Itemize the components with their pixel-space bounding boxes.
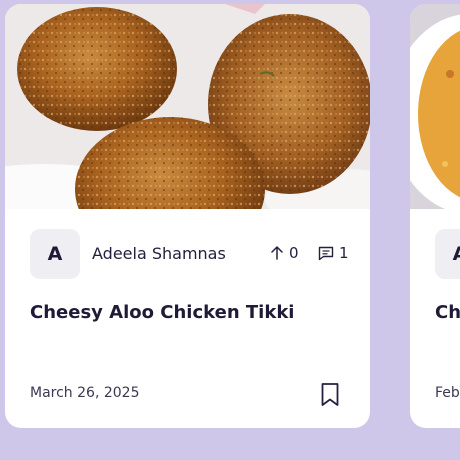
recipe-title[interactable]: Cheesy Aloo Chicken Tikki [30, 302, 350, 323]
upvote-button[interactable]: 0 [270, 244, 299, 262]
recipe-photo[interactable] [5, 4, 370, 209]
recipe-card-next[interactable]: A Ch Feb [410, 4, 460, 428]
upvote-count: 0 [289, 244, 299, 262]
post-date: Feb [435, 385, 460, 401]
comments-button[interactable]: 1 [318, 244, 349, 262]
recipe-card[interactable]: A Adeela Shamnas 0 1 Cheesy Aloo Chicken… [5, 4, 370, 428]
recipe-carousel: A Adeela Shamnas 0 1 Cheesy Aloo Chicken… [0, 0, 460, 460]
comment-count: 1 [339, 244, 349, 262]
avatar[interactable]: A [30, 229, 80, 279]
bookmark-icon [321, 383, 339, 406]
avatar[interactable]: A [435, 229, 460, 279]
bookmark-button[interactable] [319, 382, 341, 408]
post-date: March 26, 2025 [30, 385, 140, 401]
recipe-title[interactable]: Ch [435, 302, 460, 323]
author-row: A Adeela Shamnas 0 1 [30, 229, 350, 279]
author-name[interactable]: Adeela Shamnas [92, 244, 226, 263]
recipe-photo[interactable] [410, 4, 460, 209]
comment-icon [318, 246, 334, 260]
arrow-up-icon [271, 246, 283, 260]
